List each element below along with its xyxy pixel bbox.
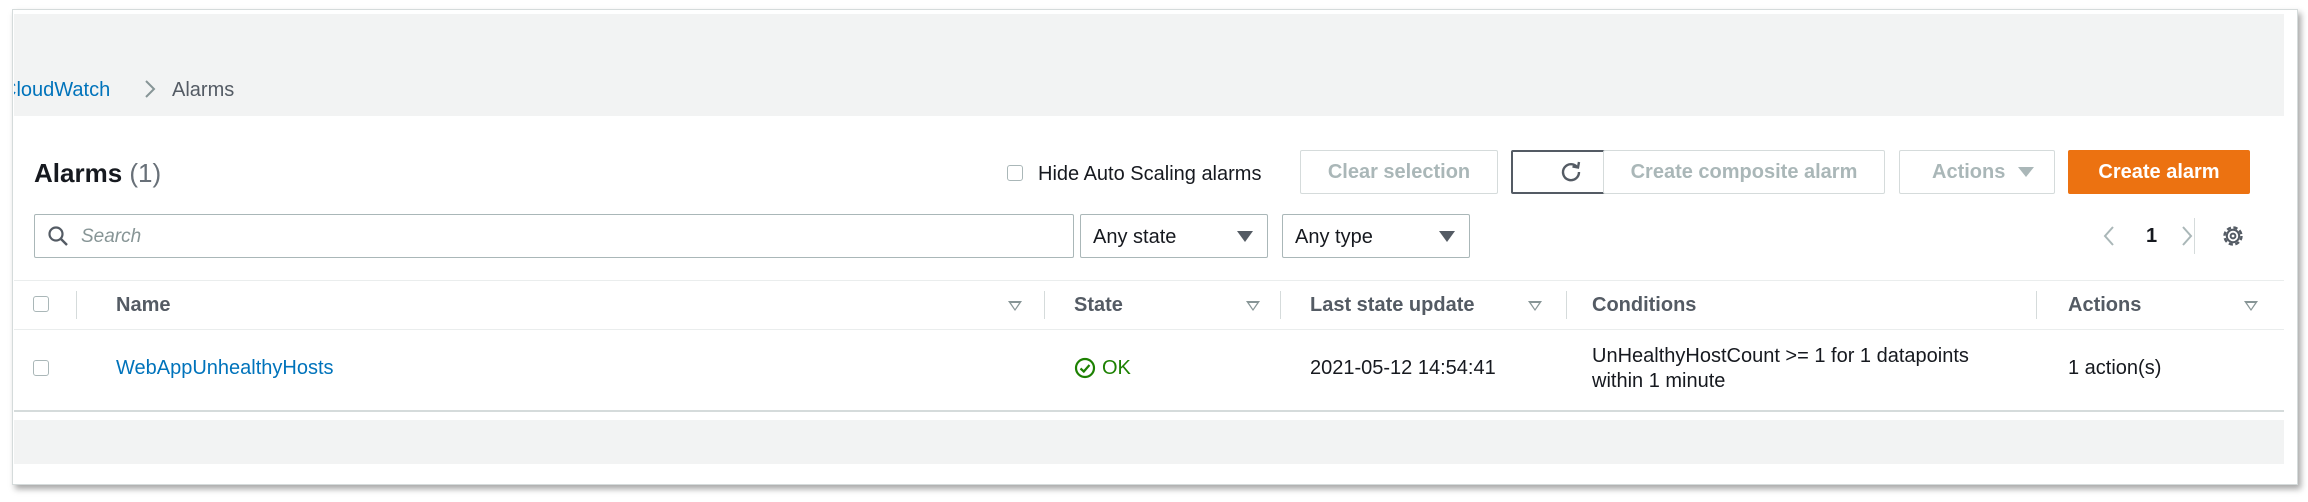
- search-icon: [48, 226, 68, 246]
- type-filter-value: Any type: [1295, 226, 1373, 248]
- create-composite-alarm-button[interactable]: Create composite alarm: [1603, 150, 1885, 194]
- actions-dropdown-button[interactable]: Actions: [1899, 150, 2055, 194]
- column-divider: [2036, 291, 2037, 319]
- breadcrumb-cloudwatch-link[interactable]: CloudWatch: [14, 79, 110, 102]
- actions-label: Actions: [1932, 160, 2006, 183]
- column-divider: [1566, 291, 1567, 319]
- column-divider: [76, 291, 77, 319]
- check-circle-icon: [1074, 357, 1096, 379]
- caret-down-icon: [1237, 231, 1253, 242]
- state-text: OK: [1102, 357, 1131, 379]
- column-header-conditions[interactable]: Conditions: [1592, 294, 1696, 317]
- select-all-checkbox[interactable]: [33, 296, 49, 312]
- page-title: Alarms (1): [34, 158, 161, 189]
- search-input[interactable]: Search: [34, 214, 1074, 258]
- alarm-name-link[interactable]: WebAppUnhealthyHosts: [116, 357, 334, 380]
- chevron-left-icon[interactable]: [2102, 224, 2116, 248]
- state-ok: OK: [1074, 357, 1131, 380]
- current-page[interactable]: 1: [2146, 225, 2157, 248]
- sort-icon[interactable]: [2244, 301, 2258, 311]
- hide-autoscaling-checkbox[interactable]: [1007, 165, 1023, 181]
- actions-value: 1 action(s): [2068, 357, 2162, 379]
- chevron-right-icon[interactable]: [2180, 224, 2194, 248]
- refresh-icon: [1561, 161, 1581, 182]
- column-header-actions[interactable]: Actions: [2068, 294, 2141, 317]
- sort-icon[interactable]: [1246, 301, 1260, 311]
- chevron-right-icon: [145, 80, 156, 98]
- type-filter-select[interactable]: Any type: [1282, 214, 1470, 258]
- alarm-count: (1): [129, 158, 162, 188]
- title-text: Alarms: [34, 158, 123, 188]
- sort-icon[interactable]: [1528, 301, 1542, 311]
- top-band: [14, 14, 2284, 54]
- column-header-name[interactable]: Name: [116, 294, 170, 317]
- state-filter-value: Any state: [1093, 226, 1177, 248]
- caret-down-icon: [1439, 231, 1455, 242]
- conditions-line-2: within 1 minute: [1592, 370, 1726, 392]
- conditions-line-1: UnHealthyHostCount >= 1 for 1 datapoints: [1592, 345, 1969, 367]
- sort-icon[interactable]: [1008, 301, 1022, 311]
- caret-down-icon: [2018, 167, 2034, 177]
- column-header-last-update[interactable]: Last state update: [1310, 294, 1474, 317]
- create-alarm-button[interactable]: Create alarm: [2068, 150, 2250, 194]
- table-header: Name State Last state update Conditions …: [14, 280, 2284, 330]
- search-placeholder: Search: [81, 226, 142, 247]
- pagination: 1: [2102, 214, 2194, 258]
- column-divider: [1280, 291, 1281, 319]
- alarms-panel: Alarms (1) Hide Auto Scaling alarms Clea…: [14, 116, 2284, 412]
- column-divider: [1044, 291, 1045, 319]
- last-update-value: 2021-05-12 14:54:41: [1310, 357, 1496, 379]
- gear-icon[interactable]: [2219, 222, 2247, 250]
- row-checkbox[interactable]: [33, 360, 49, 376]
- breadcrumb-current: Alarms: [172, 79, 235, 101]
- bottom-band: [14, 420, 2284, 464]
- pager-divider: [2194, 218, 2195, 254]
- column-header-state[interactable]: State: [1074, 294, 1123, 317]
- hide-autoscaling-label[interactable]: Hide Auto Scaling alarms: [1038, 163, 1261, 186]
- state-filter-select[interactable]: Any state: [1080, 214, 1268, 258]
- clear-selection-button[interactable]: Clear selection: [1300, 150, 1498, 194]
- table-row[interactable]: WebAppUnhealthyHosts OK 2021-05-12 14:54…: [14, 328, 2284, 408]
